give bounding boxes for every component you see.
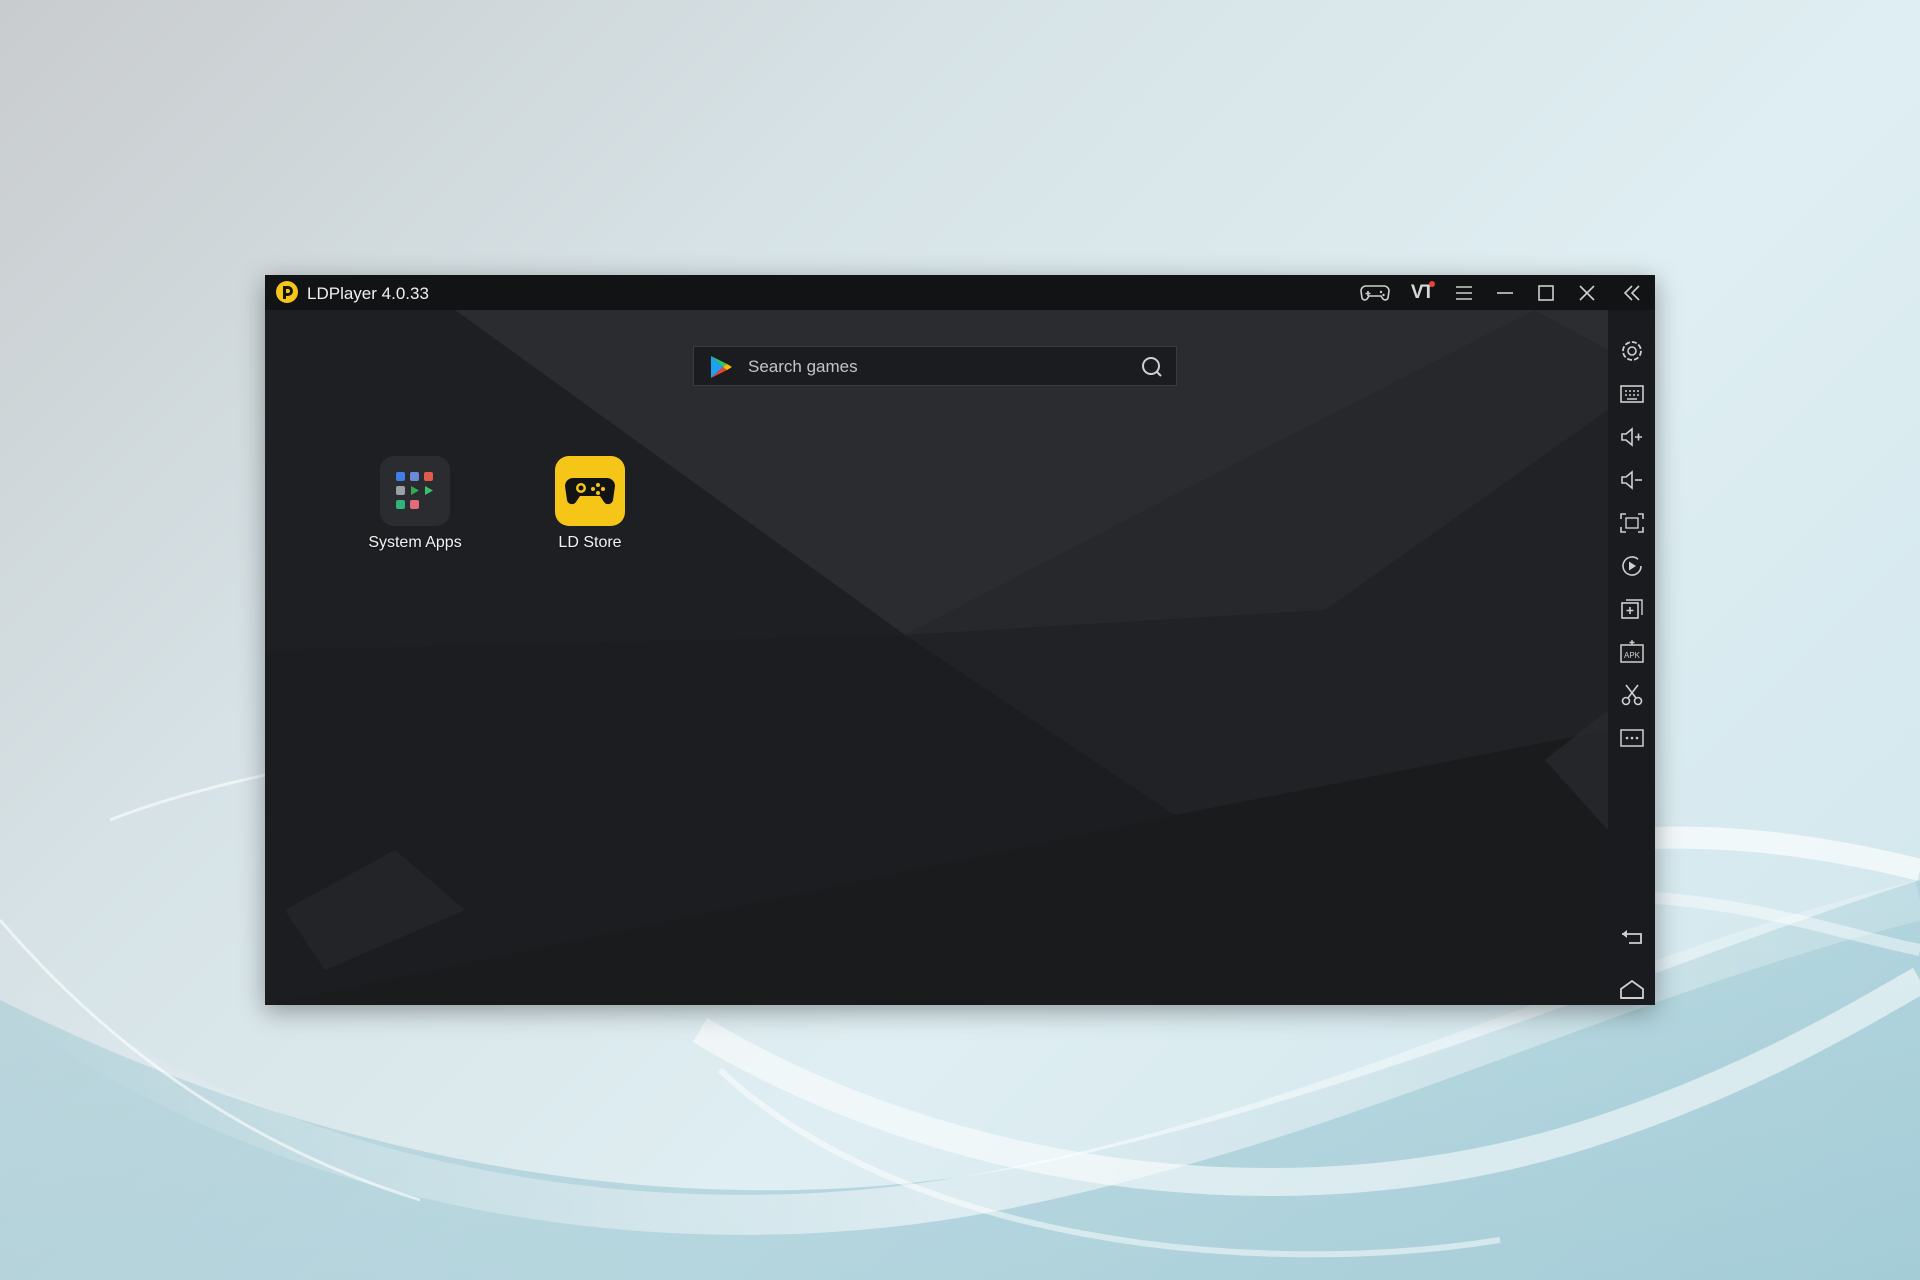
settings-button[interactable] xyxy=(1613,334,1650,368)
ld-store-icon xyxy=(555,456,625,526)
google-play-icon xyxy=(711,356,732,378)
apk-label: APK xyxy=(1623,651,1640,660)
search-input[interactable] xyxy=(746,353,1130,381)
multi-instance-icon xyxy=(1620,599,1643,619)
minimize-button[interactable] xyxy=(1488,275,1522,310)
keyboard-mapping-icon xyxy=(1619,385,1644,403)
volume-down-icon xyxy=(1620,470,1642,490)
search-icon[interactable] xyxy=(1140,355,1164,379)
minimize-icon xyxy=(1497,291,1513,294)
vt-button[interactable]: VT xyxy=(1405,275,1439,310)
app-ld-store[interactable]: LD Store xyxy=(530,456,650,552)
gamepad-button[interactable] xyxy=(1358,275,1392,310)
volume-down-button[interactable] xyxy=(1613,463,1650,497)
search-bar[interactable] xyxy=(693,346,1177,386)
home-wallpaper xyxy=(265,310,1608,1005)
screenshot-button[interactable] xyxy=(1613,678,1650,712)
back-icon xyxy=(1621,930,1642,944)
more-icon xyxy=(1619,729,1644,747)
fullscreen-icon xyxy=(1619,513,1644,533)
record-icon xyxy=(1621,556,1642,576)
app-label: System Apps xyxy=(368,534,462,551)
vt-alert-dot xyxy=(1429,281,1435,287)
app-label: LD Store xyxy=(558,534,622,551)
app-system-apps[interactable]: System Apps xyxy=(355,456,475,552)
menu-icon xyxy=(1456,285,1472,300)
close-icon xyxy=(1579,284,1595,301)
record-button[interactable] xyxy=(1613,549,1650,583)
multi-instance-button[interactable] xyxy=(1613,592,1650,626)
close-button[interactable] xyxy=(1570,275,1604,310)
keyboard-mapping-button[interactable] xyxy=(1613,377,1650,411)
install-apk-button[interactable]: APK xyxy=(1613,635,1650,669)
screenshot-scissors-icon xyxy=(1621,684,1642,706)
menu-button[interactable] xyxy=(1447,275,1481,310)
maximize-button[interactable] xyxy=(1529,275,1563,310)
fullscreen-button[interactable] xyxy=(1613,506,1650,540)
collapse-sidebar-button[interactable] xyxy=(1615,275,1649,310)
back-button[interactable] xyxy=(1613,919,1650,953)
settings-icon xyxy=(1621,341,1642,361)
home-button[interactable] xyxy=(1613,972,1650,1006)
right-toolbar: APK xyxy=(1608,310,1655,1005)
home-icon xyxy=(1619,979,1644,999)
gamepad-icon xyxy=(1360,284,1390,301)
title-bar[interactable]: LDPlayer 4.0.33 VT xyxy=(265,275,1655,310)
collapse-sidebar-icon xyxy=(1623,284,1640,301)
install-apk-icon: APK xyxy=(1619,640,1644,663)
android-home-screen[interactable]: System Apps LD Store xyxy=(265,310,1608,1005)
window-title: LDPlayer 4.0.33 xyxy=(307,284,429,303)
system-apps-icon xyxy=(380,456,450,526)
volume-up-icon xyxy=(1620,427,1642,447)
ldplayer-window: LDPlayer 4.0.33 VT Search games System A… xyxy=(265,275,1655,1005)
more-button[interactable] xyxy=(1613,721,1650,755)
maximize-icon xyxy=(1538,284,1554,301)
volume-up-button[interactable] xyxy=(1613,420,1650,454)
ldplayer-logo-icon xyxy=(276,281,298,303)
